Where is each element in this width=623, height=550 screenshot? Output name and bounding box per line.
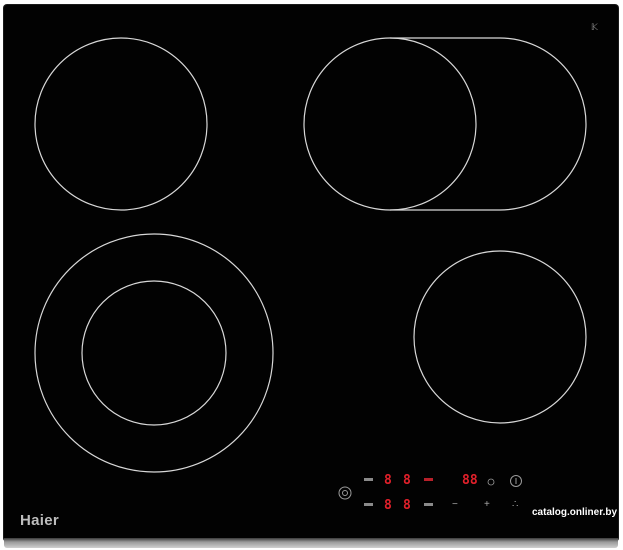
power-button-dot (342, 490, 348, 496)
timer-display: 88 (462, 473, 478, 488)
zone1-display: 8 (384, 473, 392, 488)
brand-logo: Haier (20, 512, 60, 529)
child-lock-icon: 𝕂 (591, 22, 598, 32)
zone-top-left (34, 37, 208, 211)
watermark: catalog.onliner.by (532, 507, 618, 518)
cooking-zones (34, 37, 587, 500)
zone4-select-dash[interactable] (424, 503, 433, 506)
zone2-select-dash[interactable] (424, 478, 433, 481)
zone-bottom-left-inner (81, 280, 227, 426)
boost-icon[interactable]: ∴ (512, 500, 518, 510)
zone-bottom-right (413, 250, 587, 424)
zone2-display: 8 (403, 473, 411, 488)
zone-top-right-extended (390, 37, 587, 211)
timer-icon (487, 478, 495, 486)
power-button-ring (338, 486, 352, 500)
zone4-display: 8 (403, 498, 411, 513)
minus-button[interactable]: − (452, 500, 458, 510)
zone3-select-dash[interactable] (364, 503, 373, 506)
plus-button[interactable]: + (484, 500, 490, 510)
zone-top-right-inner (303, 37, 477, 211)
zone-bottom-left-outer (34, 233, 274, 473)
zone3-display: 8 (384, 498, 392, 513)
zone1-select-dash[interactable] (364, 478, 373, 481)
